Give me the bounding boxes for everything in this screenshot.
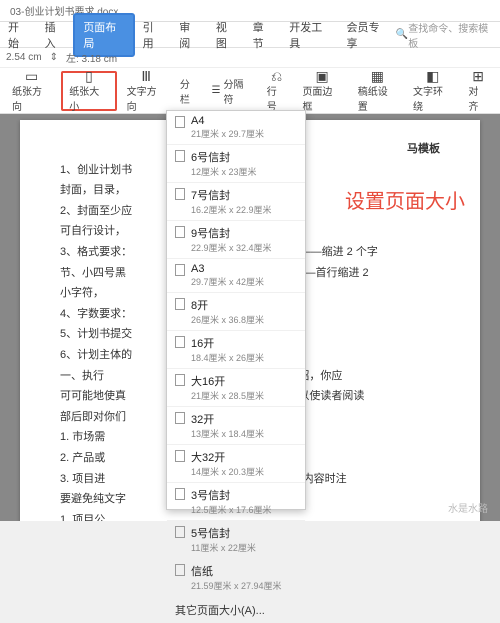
page-size-dropdown: A421厘米 x 29.7厘米6号信封12厘米 x 23厘米7号信封16.2厘米… — [166, 110, 306, 510]
search-box[interactable]: 🔍 查找命令、搜索模板 — [396, 20, 500, 50]
watermark: 水是水路 — [448, 500, 488, 515]
size-option-6[interactable]: 16开18.4厘米 x 26厘米 — [167, 331, 305, 369]
columns-button[interactable]: 分栏 — [176, 74, 204, 108]
page-icon — [175, 412, 185, 424]
line-number-button[interactable]: ⎌行号 — [261, 71, 293, 111]
page-size-button[interactable]: ▯纸张大小 — [61, 71, 116, 111]
ribbon-tabs: 开始 插入 页面布局 引用 审阅 视图 章节 开发工具 会员专享 🔍 查找命令、… — [0, 22, 500, 48]
size-option-1[interactable]: 6号信封12厘米 x 23厘米 — [167, 145, 305, 183]
page-icon — [175, 336, 185, 348]
page-icon — [175, 526, 185, 538]
breaks-button[interactable]: ☰分隔符 — [208, 74, 257, 108]
tab-developer[interactable]: 开发工具 — [281, 15, 338, 55]
align-button[interactable]: ⊞对齐 — [462, 71, 494, 111]
size-option-5[interactable]: 8开26厘米 x 36.8厘米 — [167, 293, 305, 331]
other-page-size[interactable]: 其它页面大小(A)... — [167, 597, 305, 623]
page-icon — [175, 150, 185, 162]
tab-section[interactable]: 章节 — [245, 15, 282, 55]
text-direction-button[interactable]: Ⅲ文字方向 — [121, 71, 172, 111]
size-option-0[interactable]: A421厘米 x 29.7厘米 — [167, 111, 305, 145]
annotation-text: 设置页面大小 — [345, 185, 465, 214]
margin-left: 左: 3.18 cm — [66, 50, 117, 65]
size-option-12[interactable]: 信纸21.59厘米 x 27.94厘米 — [167, 559, 305, 597]
text-wrap-button[interactable]: ◧文字环绕 — [407, 71, 458, 111]
tab-insert[interactable]: 插入 — [37, 15, 74, 55]
tab-review[interactable]: 审阅 — [171, 15, 208, 55]
page-icon — [175, 116, 185, 128]
page-icon — [175, 374, 185, 386]
size-option-9[interactable]: 大32开14厘米 x 20.3厘米 — [167, 445, 305, 483]
tab-home[interactable]: 开始 — [0, 15, 37, 55]
page-icon — [175, 188, 185, 200]
search-icon: 🔍 — [396, 29, 408, 40]
size-option-10[interactable]: 3号信封12.5厘米 x 17.6厘米 — [167, 483, 305, 521]
tab-references[interactable]: 引用 — [135, 15, 172, 55]
ribbon-toolbar: ▭纸张方向 ▯纸张大小 Ⅲ文字方向 分栏 ☰分隔符 ⎌行号 ▣页面边框 ▦稿纸设… — [0, 68, 500, 114]
size-option-11[interactable]: 5号信封11厘米 x 22厘米 — [167, 521, 305, 559]
page-icon — [175, 564, 185, 576]
size-option-7[interactable]: 大16开21厘米 x 28.5厘米 — [167, 369, 305, 407]
page-icon — [175, 488, 185, 500]
size-option-4[interactable]: A329.7厘米 x 42厘米 — [167, 259, 305, 293]
paper-setting-button[interactable]: ▦稿纸设置 — [352, 71, 403, 111]
size-option-3[interactable]: 9号信封22.9厘米 x 32.4厘米 — [167, 221, 305, 259]
page-icon — [175, 450, 185, 462]
tab-view[interactable]: 视图 — [208, 15, 245, 55]
size-option-8[interactable]: 32开13厘米 x 18.4厘米 — [167, 407, 305, 445]
page-border-button[interactable]: ▣页面边框 — [296, 71, 347, 111]
size-option-2[interactable]: 7号信封16.2厘米 x 22.9厘米 — [167, 183, 305, 221]
page-icon — [175, 298, 185, 310]
tab-member[interactable]: 会员专享 — [339, 15, 396, 55]
margin-top: 2.54 cm — [6, 52, 42, 63]
page-icon — [175, 226, 185, 238]
page-icon — [175, 264, 185, 276]
orientation-button[interactable]: ▭纸张方向 — [6, 71, 57, 111]
